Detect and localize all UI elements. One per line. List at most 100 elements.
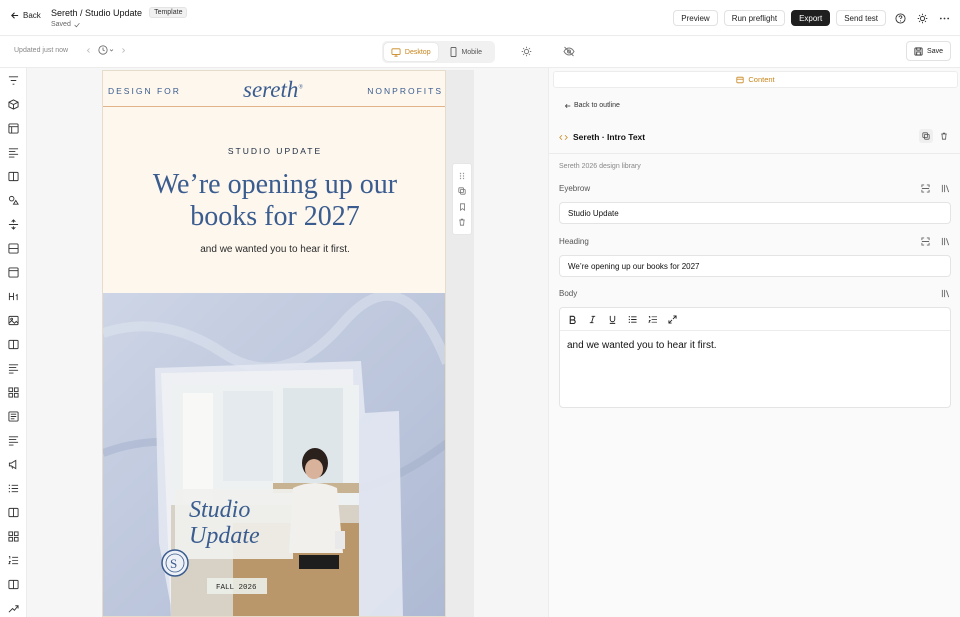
block-floating-toolbar — [452, 163, 472, 235]
send-test-button[interactable]: Send test — [836, 10, 886, 26]
bold-icon[interactable] — [568, 315, 577, 324]
cube-icon[interactable] — [7, 98, 20, 111]
check-icon — [74, 22, 80, 28]
design-library-label: Sereth 2026 design library — [559, 163, 641, 170]
hero-title-line-1: Studio — [189, 497, 250, 523]
email-header[interactable]: DESIGN FOR sereth® NONPROFITS — [103, 71, 445, 107]
arrow-left-icon — [10, 11, 19, 20]
image-icon[interactable] — [7, 314, 20, 327]
content-icon — [736, 76, 744, 84]
floppy-icon — [914, 46, 923, 56]
grid-icon[interactable] — [7, 530, 20, 543]
block-title-text: Sereth · Intro Text — [573, 132, 646, 142]
numbered-list-icon[interactable] — [648, 315, 657, 324]
block-title: Sereth · Intro Text — [559, 132, 645, 142]
bookmark-icon[interactable] — [459, 203, 466, 211]
desktop-toggle[interactable]: Desktop — [384, 43, 438, 61]
expand-icon[interactable] — [921, 237, 930, 246]
editor-toolbar: Updated just now Desktop Mobile Save — [0, 36, 960, 68]
text-icon[interactable] — [7, 434, 20, 447]
block-title-row: Sereth · Intro Text — [549, 124, 960, 154]
rich-text-toolbar — [560, 308, 950, 331]
numbered-list-icon[interactable] — [7, 554, 20, 567]
body-field-tools — [941, 289, 950, 298]
block-actions — [919, 129, 951, 143]
library-icon[interactable] — [941, 184, 950, 193]
heading-label: Heading — [559, 237, 589, 246]
book-icon[interactable] — [7, 338, 20, 351]
back-to-outline-label: Back to outline — [574, 102, 620, 109]
book-icon[interactable] — [7, 170, 20, 183]
drag-handle-icon[interactable] — [459, 172, 465, 180]
preview-button[interactable]: Preview — [673, 10, 718, 26]
book-icon[interactable] — [7, 506, 20, 519]
theme-sun-icon[interactable] — [914, 10, 930, 26]
back-to-outline-link[interactable]: Back to outline — [564, 102, 620, 109]
body-rich-text-editor[interactable]: and we wanted you to hear it first. — [559, 307, 951, 408]
text-left-icon[interactable] — [7, 146, 20, 159]
header-right-text: NONPROFITS — [367, 86, 443, 96]
code-icon — [559, 134, 568, 141]
monitor-icon — [391, 47, 401, 57]
template-badge: Template — [149, 7, 188, 18]
brightness-icon[interactable] — [521, 46, 532, 57]
divider-icon[interactable] — [7, 218, 20, 231]
top-actions: Preview Run preflight Export Send test — [673, 10, 952, 26]
block-rail — [0, 68, 27, 617]
mobile-toggle[interactable]: Mobile — [440, 43, 494, 61]
hero-image[interactable]: Studio Update S FALL 2026 — [103, 293, 445, 616]
history-controls — [85, 45, 127, 55]
book-icon[interactable] — [7, 578, 20, 591]
email-eyebrow[interactable]: STUDIO UPDATE — [103, 146, 445, 156]
run-preflight-button[interactable]: Run preflight — [723, 10, 786, 26]
trash-icon[interactable] — [458, 218, 466, 226]
properties-panel: Content Back to outline Sereth · Intro T… — [548, 68, 960, 617]
library-icon[interactable] — [941, 289, 950, 298]
back-button[interactable]: Back — [10, 11, 41, 20]
section-icon[interactable] — [7, 242, 20, 255]
megaphone-icon[interactable] — [7, 458, 20, 471]
panel-icon[interactable] — [7, 266, 20, 279]
newspaper-icon[interactable] — [7, 410, 20, 423]
email-heading[interactable]: We’re opening up our books for 2027 — [143, 169, 407, 233]
eyebrow-field-tools — [921, 184, 950, 193]
expand-icon[interactable] — [921, 184, 930, 193]
email-body-text[interactable]: and we wanted you to hear it first. — [103, 244, 445, 255]
body-editor-text[interactable]: and we wanted you to hear it first. — [560, 331, 950, 360]
chevron-left-icon[interactable] — [85, 47, 92, 54]
list-icon[interactable] — [7, 482, 20, 495]
filter-icon[interactable] — [7, 74, 20, 87]
eyebrow-label: Eyebrow — [559, 184, 591, 193]
heading-input[interactable]: We’re opening up our books for 2027 — [559, 255, 951, 277]
trend-icon[interactable] — [7, 602, 20, 615]
shapes-icon[interactable] — [7, 194, 20, 207]
italic-icon[interactable] — [588, 315, 597, 324]
export-button[interactable]: Export — [791, 10, 831, 26]
heading-icon[interactable] — [7, 290, 20, 303]
underline-icon[interactable] — [608, 315, 617, 324]
mobile-label: Mobile — [461, 48, 483, 56]
save-button[interactable]: Save — [906, 41, 951, 61]
canvas-gutter — [446, 70, 474, 617]
library-icon[interactable] — [941, 237, 950, 246]
eyebrow-input[interactable]: Studio Update — [559, 202, 951, 224]
bullet-list-icon[interactable] — [628, 315, 637, 324]
help-icon[interactable] — [892, 10, 908, 26]
document-title[interactable]: Sereth / Studio Update — [51, 8, 142, 18]
layout-icon[interactable] — [7, 122, 20, 135]
duplicate-block-icon[interactable] — [919, 129, 933, 143]
text-icon[interactable] — [7, 362, 20, 375]
save-status-label: Saved — [51, 21, 71, 28]
grid-icon[interactable] — [7, 386, 20, 399]
email-canvas: DESIGN FOR sereth® NONPROFITS STUDIO UPD… — [27, 68, 548, 617]
chevron-right-icon[interactable] — [120, 47, 127, 54]
delete-block-icon[interactable] — [937, 129, 951, 143]
body-label: Body — [559, 289, 578, 298]
content-tab[interactable]: Content — [553, 71, 958, 88]
duplicate-icon[interactable] — [458, 187, 466, 195]
more-options-icon[interactable] — [936, 10, 952, 26]
brand-logo: sereth® — [243, 77, 303, 102]
history-clock-icon[interactable] — [98, 45, 114, 55]
fullscreen-icon[interactable] — [668, 314, 677, 324]
eye-off-icon[interactable] — [563, 46, 575, 57]
